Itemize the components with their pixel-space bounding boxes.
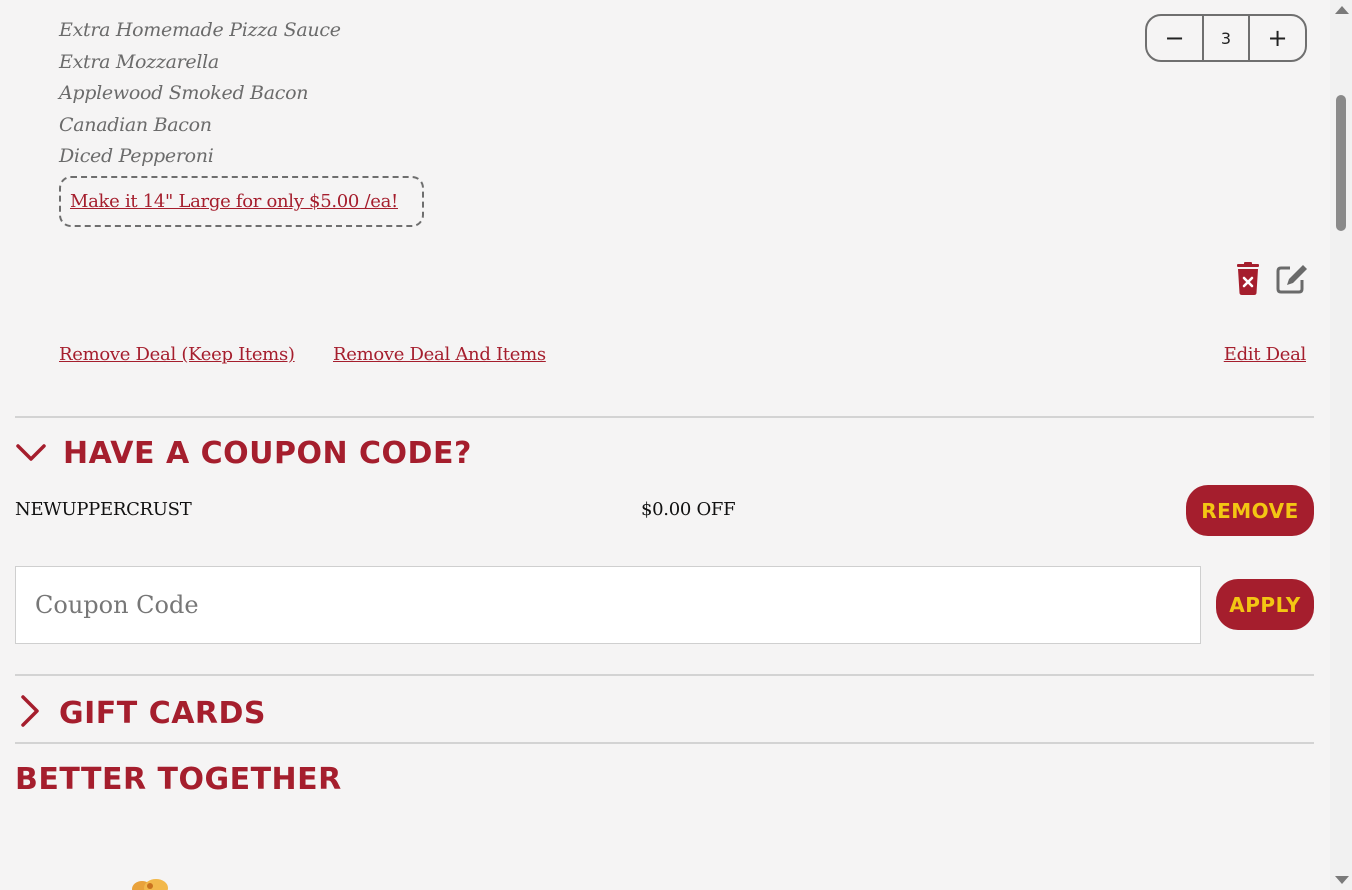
scroll-down-arrow-icon[interactable]	[1335, 876, 1349, 884]
topping-item: Extra Homemade Pizza Sauce	[59, 19, 341, 41]
topping-item: Diced Pepperoni	[59, 145, 214, 167]
applied-coupon-discount: $0.00 OFF	[641, 499, 736, 520]
quantity-value: 3	[1202, 16, 1250, 60]
chevron-down-icon	[15, 441, 47, 467]
better-together-title: BETTER TOGETHER	[15, 762, 342, 797]
apply-coupon-button[interactable]: APPLY	[1216, 579, 1314, 630]
gift-cards-section-title: GIFT CARDS	[59, 695, 267, 731]
topping-list: Extra Homemade Pizza Sauce Extra Mozzare…	[59, 16, 341, 174]
product-image[interactable]	[120, 876, 180, 890]
remove-coupon-button[interactable]: REMOVE	[1186, 485, 1314, 536]
section-divider	[15, 674, 1314, 676]
edit-icon[interactable]	[1275, 263, 1309, 299]
section-divider	[15, 742, 1314, 744]
edit-deal-link[interactable]: Edit Deal	[1224, 344, 1307, 365]
increment-button[interactable]: +	[1250, 16, 1305, 60]
size-upsell-box: Make it 14" Large for only $5.00 /ea!	[59, 176, 424, 227]
chevron-right-icon	[15, 694, 43, 732]
vertical-scrollbar[interactable]	[1330, 0, 1352, 890]
applied-coupon-code: NEWUPPERCRUST	[15, 499, 192, 520]
gift-cards-section-toggle[interactable]: GIFT CARDS	[15, 694, 266, 732]
applied-coupon-row: NEWUPPERCRUST $0.00 OFF	[15, 497, 1314, 525]
coupon-section-toggle[interactable]: HAVE A COUPON CODE?	[15, 436, 472, 471]
topping-item: Extra Mozzarella	[59, 50, 219, 73]
scrollbar-thumb[interactable]	[1336, 95, 1346, 231]
coupon-section-title: HAVE A COUPON CODE?	[63, 436, 472, 471]
section-divider	[15, 416, 1314, 418]
deal-actions: Remove Deal (Keep Items) Remove Deal And…	[59, 344, 1306, 370]
cart-page: Extra Homemade Pizza Sauce Extra Mozzare…	[0, 0, 1330, 890]
better-together-heading: BETTER TOGETHER	[15, 762, 342, 797]
quantity-stepper: − 3 +	[1145, 14, 1307, 62]
remove-deal-and-items-link[interactable]: Remove Deal And Items	[333, 344, 546, 365]
coupon-code-input[interactable]	[15, 566, 1201, 644]
remove-deal-keep-items-link[interactable]: Remove Deal (Keep Items)	[59, 344, 295, 365]
topping-item: Applewood Smoked Bacon	[59, 82, 309, 104]
topping-item: Canadian Bacon	[59, 113, 212, 136]
trash-icon[interactable]	[1233, 262, 1263, 300]
scroll-up-arrow-icon[interactable]	[1335, 6, 1349, 14]
decrement-button[interactable]: −	[1147, 16, 1202, 60]
size-upsell-link[interactable]: Make it 14" Large for only $5.00 /ea!	[70, 191, 398, 212]
